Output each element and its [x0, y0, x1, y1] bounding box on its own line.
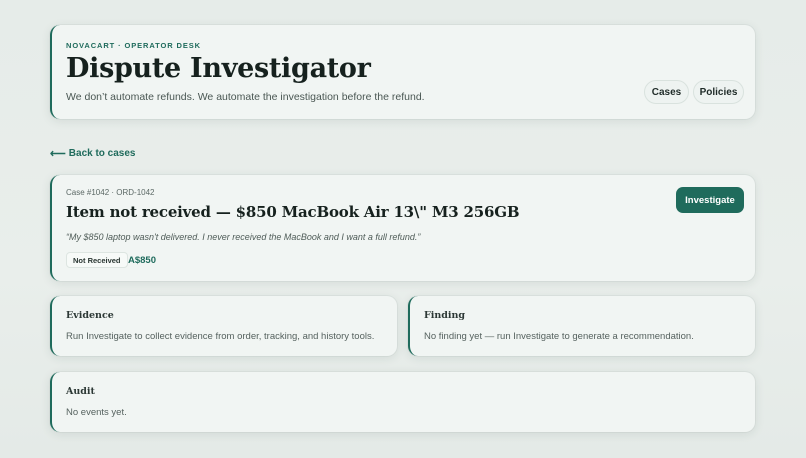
case-card: Case #1042 · ORD-1042 Item not received … [50, 175, 755, 281]
investigate-button[interactable]: Investigate [676, 187, 744, 213]
header-card: NOVACART · OPERATOR DESK Dispute Investi… [50, 25, 755, 119]
finding-title: Finding [424, 310, 466, 321]
customer-quote: “My $850 laptop wasn't delivered. I neve… [66, 232, 421, 242]
finding-body: No finding yet — run Investigate to gene… [424, 331, 694, 342]
case-amount: A$850 [128, 255, 156, 266]
audit-card: Audit No events yet. [50, 372, 755, 432]
back-to-cases-link[interactable]: ⟵ Back to cases [50, 147, 136, 160]
case-id: Case #1042 · ORD-1042 [66, 188, 155, 197]
arrow-left-icon: ⟵ [50, 148, 66, 160]
evidence-body: Run Investigate to collect evidence from… [66, 331, 375, 342]
status-badge: Not Received [66, 252, 128, 268]
audit-title: Audit [66, 386, 95, 397]
audit-body: No events yet. [66, 407, 127, 418]
back-link-label: Back to cases [68, 148, 136, 159]
page-title: Dispute Investigator [66, 53, 371, 84]
evidence-card: Evidence Run Investigate to collect evid… [50, 296, 397, 356]
cases-button[interactable]: Cases [644, 80, 689, 104]
case-title: Item not received — $850 MacBook Air 13\… [66, 203, 520, 221]
app-eyebrow: NOVACART · OPERATOR DESK [66, 41, 201, 50]
page-tagline: We don’t automate refunds. We automate t… [66, 91, 425, 103]
finding-card: Finding No finding yet — run Investigate… [408, 296, 755, 356]
policies-button[interactable]: Policies [693, 80, 744, 104]
evidence-title: Evidence [66, 310, 114, 321]
